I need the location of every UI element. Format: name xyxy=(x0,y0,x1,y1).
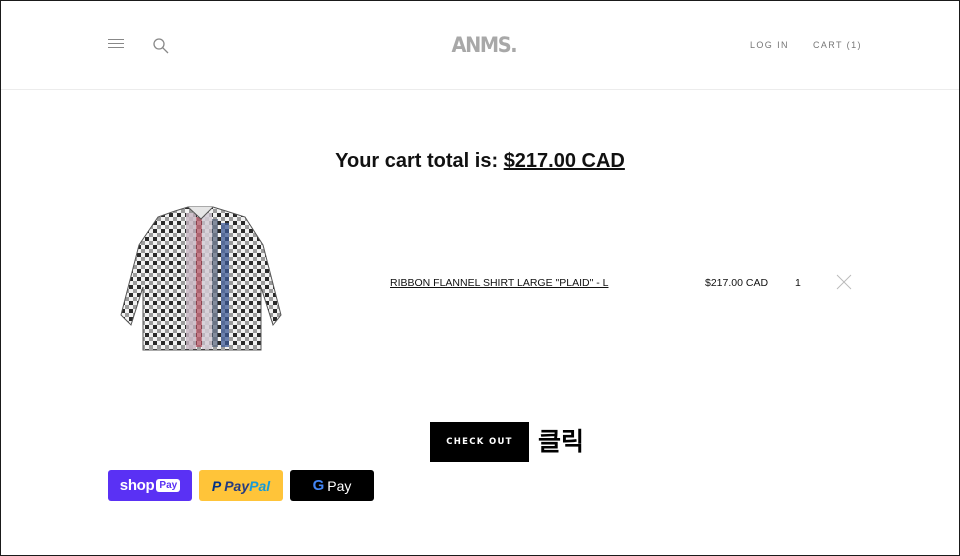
product-quantity[interactable]: 1 xyxy=(795,276,801,290)
paypal-pal-label: Pal xyxy=(249,477,271,494)
cart-total-heading: Your cart total is: $217.00 CAD xyxy=(0,148,960,174)
search-icon[interactable] xyxy=(152,37,170,55)
paypal-pay-label: Pay xyxy=(224,477,250,494)
google-icon: G xyxy=(312,477,325,494)
product-price: $217.00 CAD xyxy=(705,277,769,289)
cart-total-amount: $217.00 CAD xyxy=(503,150,625,172)
paypal-button[interactable]: P Pay Pal xyxy=(199,470,283,501)
product-image[interactable] xyxy=(113,205,288,357)
checkout-button[interactable]: CHECK OUT xyxy=(430,422,529,462)
close-icon[interactable] xyxy=(835,273,853,291)
shop-pay-shop-label: shop xyxy=(119,477,155,494)
shop-pay-button[interactable]: shop Pay xyxy=(108,470,192,501)
google-pay-button[interactable]: G Pay xyxy=(290,470,374,501)
paypal-icon: P xyxy=(211,477,222,494)
shop-pay-pay-label: Pay xyxy=(156,479,181,492)
site-logo[interactable]: ANMS. xyxy=(452,31,518,59)
click-annotation: 클릭 xyxy=(538,427,585,456)
cart-total-prefix: Your cart total is: xyxy=(335,150,499,172)
cart-link[interactable]: CART (1) xyxy=(813,39,862,51)
product-name-link[interactable]: RIBBON FLANNEL SHIRT LARGE "PLAID" - L xyxy=(390,276,609,290)
site-header: ANMS. LOG IN CART (1) xyxy=(1,1,959,90)
menu-icon[interactable] xyxy=(108,39,124,51)
login-link[interactable]: LOG IN xyxy=(750,39,789,51)
google-pay-label: Pay xyxy=(327,477,352,494)
